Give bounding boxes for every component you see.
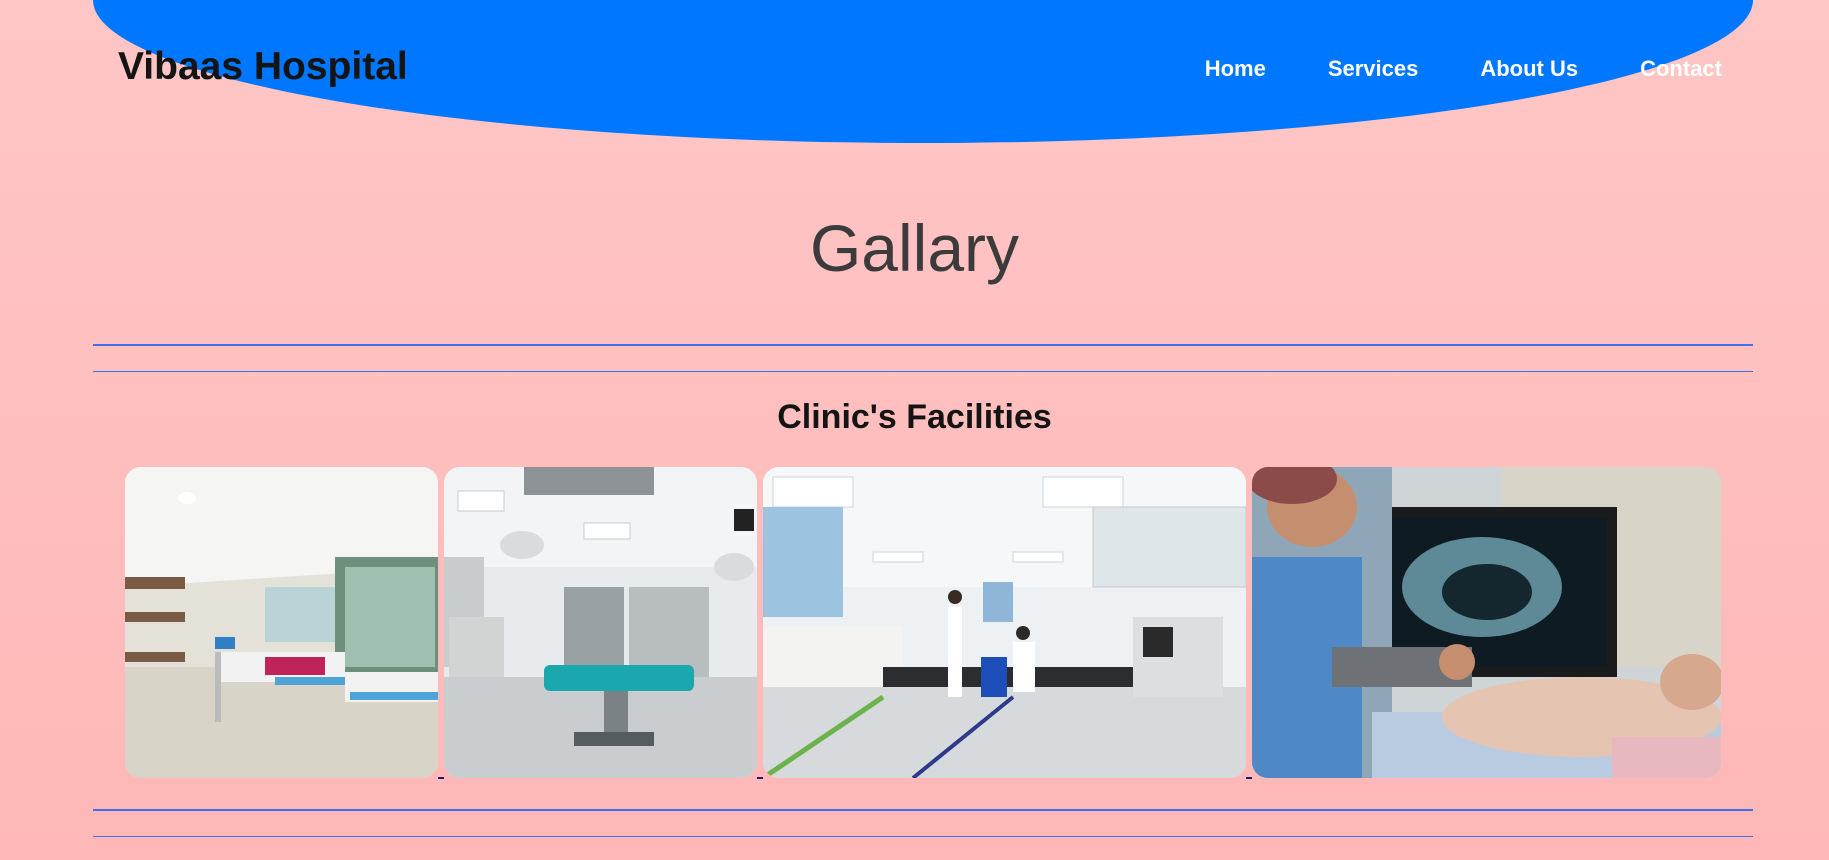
main-nav: Home Services About Us Contact bbox=[1174, 56, 1753, 82]
nav-about-link[interactable]: About Us bbox=[1449, 56, 1609, 82]
divider-bottom-2 bbox=[93, 836, 1753, 837]
nav-services-link[interactable]: Services bbox=[1297, 56, 1450, 82]
brand-logo-text[interactable]: Vibaas Hospital bbox=[118, 45, 408, 89]
page-title: Gallary bbox=[809, 211, 1020, 285]
laboratory-photo[interactable] bbox=[763, 467, 1246, 778]
nav-contact-link[interactable]: Contact bbox=[1609, 56, 1753, 82]
divider-bottom-1 bbox=[93, 809, 1753, 811]
link-underline bbox=[757, 777, 763, 779]
operation-theatre-photo[interactable] bbox=[444, 467, 757, 778]
section-title: Clinic's Facilities bbox=[777, 398, 1052, 436]
divider-top-1 bbox=[93, 344, 1753, 346]
link-underline bbox=[1246, 777, 1252, 779]
link-underline bbox=[438, 777, 444, 779]
divider-top-2 bbox=[93, 371, 1753, 372]
nav-home-link[interactable]: Home bbox=[1174, 56, 1297, 82]
site-header: Vibaas Hospital Home Services About Us C… bbox=[93, 0, 1753, 143]
hospital-ward-photo[interactable] bbox=[125, 467, 438, 778]
ultrasound-photo[interactable] bbox=[1252, 467, 1721, 778]
